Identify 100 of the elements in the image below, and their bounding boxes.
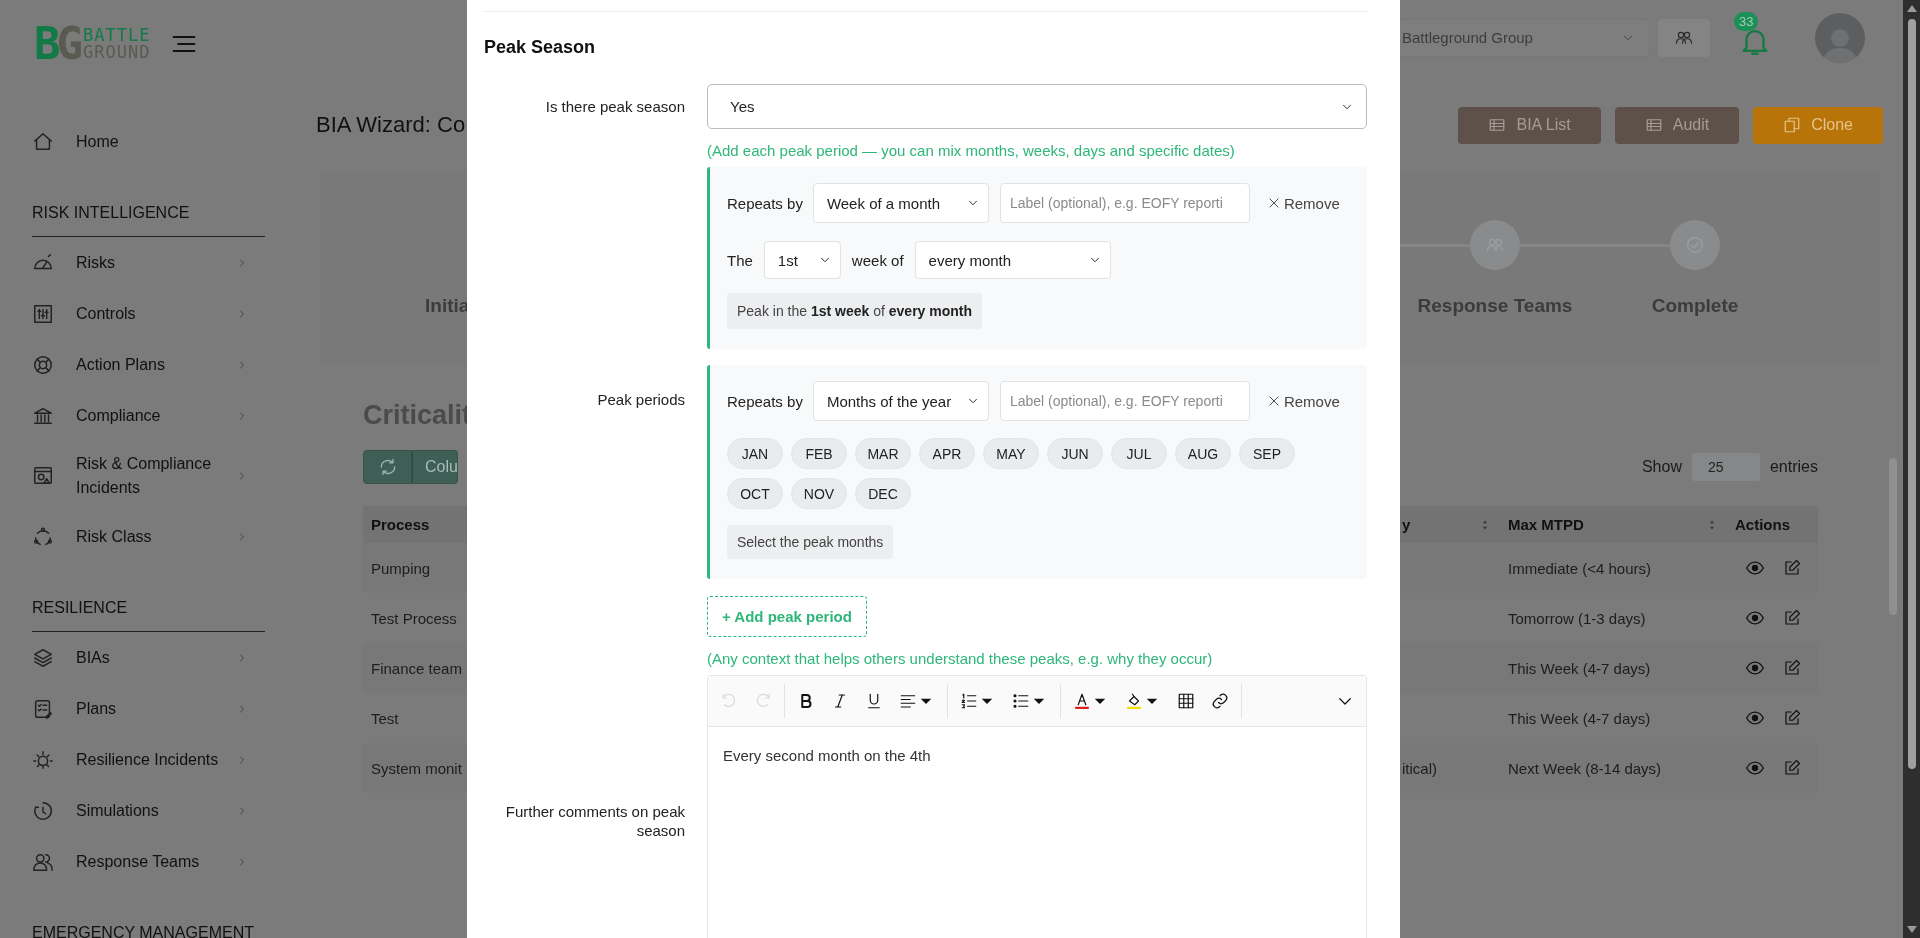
section-title: RISK INTELLIGENCE (32, 203, 190, 223)
month-chip[interactable]: MAY (983, 438, 1039, 469)
summary-note: Select the peak months (727, 525, 894, 559)
rich-text-editor[interactable]: Every second month on the 4th (707, 675, 1367, 938)
close-icon (1266, 196, 1281, 210)
sidebar-item[interactable]: Action Plans (0, 339, 270, 390)
list-icon (1488, 116, 1507, 134)
dropdown[interactable]: Week of a month (812, 183, 989, 223)
field-label: Repeats by (727, 392, 803, 410)
dropdown[interactable]: every month (914, 241, 1111, 279)
sidebar-item[interactable]: Risk Class (0, 511, 270, 562)
table-cell: Pumping (371, 559, 431, 577)
summary-note: Peak in the 1st week of every month (727, 293, 983, 329)
section-title: RESILIENCE (32, 598, 128, 618)
month-chip[interactable]: JUL (1111, 438, 1167, 469)
checklist-icon (32, 697, 54, 720)
month-chip[interactable]: JAN (727, 438, 783, 469)
table-cell: Test (371, 709, 399, 727)
step-circle (1670, 220, 1720, 270)
sidebar-item[interactable]: Risks (0, 237, 270, 288)
table-cell: System monit (371, 759, 462, 777)
table-cell: This Week (4-7 days) (1508, 659, 1651, 677)
edit-icon (1783, 709, 1801, 727)
month-chip[interactable]: DEC (855, 478, 911, 509)
list-icon (1644, 116, 1663, 134)
month-chip[interactable]: FEB (791, 438, 847, 469)
edit-icon (1783, 659, 1801, 677)
table-cell: Next Week (8-14 days) (1508, 759, 1662, 777)
copy-icon (1783, 116, 1802, 134)
sidebar-item[interactable]: Resilience Incidents (0, 734, 270, 785)
table-cell: Tomorrow (1-3 days) (1508, 609, 1646, 627)
sliders-icon (32, 302, 54, 325)
close-icon (1266, 394, 1281, 408)
section-heading: Peak Season (484, 36, 596, 59)
sidebar-item[interactable]: Compliance (0, 390, 270, 441)
edit-icon (1783, 559, 1801, 577)
toolbar-button[interactable]: Audit (1614, 106, 1740, 144)
column-header[interactable]: Actions (1727, 516, 1818, 533)
sidebar-item[interactable]: Plans (0, 683, 270, 734)
field-label: Further comments on peak season (504, 802, 685, 840)
step-circle (1470, 220, 1520, 270)
month-chip[interactable]: SEP (1239, 438, 1295, 469)
table-cell: Finance team (371, 659, 462, 677)
month-chip[interactable]: OCT (727, 478, 783, 509)
window-alert-icon (32, 465, 54, 487)
remove-button[interactable]: Remove (1266, 194, 1340, 212)
month-chip[interactable]: JUN (1047, 438, 1103, 469)
sidebar-item[interactable]: Response Teams (0, 836, 270, 887)
month-chip[interactable]: APR (919, 438, 975, 469)
dropdown[interactable]: 1st (763, 241, 841, 279)
month-chip[interactable]: MAR (855, 438, 911, 469)
month-chip[interactable]: AUG (1175, 438, 1231, 469)
home-icon (32, 130, 54, 153)
field-label: Repeats by (727, 194, 803, 212)
dropdown[interactable]: Months of the year (812, 381, 989, 421)
field-label: Is there peak season (544, 97, 685, 116)
label-field[interactable]: Label (optional), e.g. EOFY reporti (999, 183, 1250, 223)
column-header[interactable]: y (1388, 516, 1500, 533)
table-cell: itical) (1402, 759, 1437, 777)
column-header[interactable]: Max MTPD (1500, 516, 1727, 533)
field-label: The (727, 251, 753, 269)
step-label: Complete (1651, 295, 1739, 317)
add-period-button[interactable]: + Add peak period (707, 596, 867, 637)
sidebar-item[interactable]: Controls (0, 288, 270, 339)
dropdown[interactable]: Yes (707, 84, 1367, 129)
edit-icon (1783, 609, 1801, 627)
page-title: BIA Wizard: Co (316, 112, 466, 138)
step-label: Initia (425, 295, 470, 317)
sidebar-item[interactable]: Simulations (0, 785, 270, 836)
remove-button[interactable]: Remove (1266, 392, 1340, 410)
hint-text: (Any context that helps others understand these peaks, e.g. why they occur) (707, 649, 1213, 669)
refresh-button[interactable] (363, 450, 412, 484)
cycle-icon (32, 525, 54, 548)
editor-text: Every second month on the 4th (723, 747, 931, 764)
scrollbar[interactable] (1903, 0, 1920, 938)
columns-button[interactable]: Colu (412, 450, 458, 484)
show-label: Show (1641, 458, 1682, 476)
toolbar-button[interactable]: BIA List (1458, 106, 1601, 144)
section-title: EMERGENCY MANAGEMENT (32, 923, 254, 938)
lifebuoy-icon (32, 353, 54, 376)
users-button[interactable] (1658, 18, 1710, 57)
step-label: Response Teams (1417, 295, 1573, 317)
sidebar-item[interactable]: BIAs (0, 632, 270, 683)
table-cell: Test Process (371, 609, 457, 627)
label-field[interactable]: Label (optional), e.g. EOFY reporti (999, 381, 1250, 421)
toolbar-button[interactable]: Clone (1753, 106, 1883, 144)
sidebar-item[interactable]: Risk & Compliance Incidents (0, 441, 270, 511)
entries-label: entries (1769, 458, 1818, 476)
table-cell: This Week (4-7 days) (1508, 709, 1651, 727)
timer-icon (32, 799, 54, 822)
edit-icon (1783, 759, 1801, 777)
month-chip[interactable]: NOV (791, 478, 847, 509)
field-label: Peak periods (596, 389, 685, 409)
page-size-field[interactable]: 25 (1691, 453, 1760, 481)
table-cell: Immediate (<4 hours) (1508, 559, 1651, 577)
sidebar-item[interactable]: Home (0, 116, 270, 167)
organization-select[interactable]: Battleground Group (1398, 18, 1650, 57)
field-label: week of (851, 251, 904, 269)
hint-text: (Add each peak period — you can mix months, weeks, days and specific dates) (707, 141, 1235, 161)
notification-badge: 33 (1734, 11, 1759, 31)
